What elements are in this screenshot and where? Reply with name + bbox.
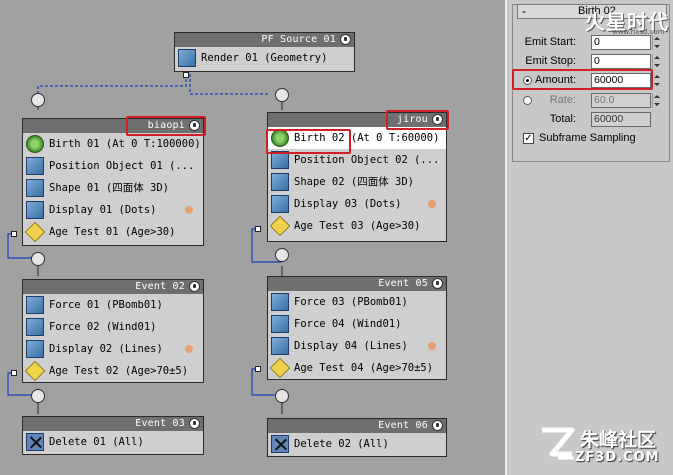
position-icon [26,157,44,175]
input-port-event05[interactable] [275,248,289,262]
shape-icon [26,179,44,197]
subframe-checkbox[interactable]: ✓ [523,133,534,144]
input-port-event06[interactable] [275,389,289,403]
event-node-event03[interactable]: Event 03 Delete 01 (All) [22,416,204,455]
shape-icon [271,173,289,191]
display-color-swatch [185,345,193,353]
operator-force[interactable]: Force 03 (PBomb01) [268,291,446,313]
particle-view-canvas[interactable]: PF Source 01 Render 01 (Geometry) biaopi… [0,0,505,475]
watermark-url-top: www.hxsd.com [612,28,665,36]
rate-radio[interactable] [523,96,532,105]
display-color-swatch [185,206,193,214]
display-color-swatch [428,200,436,208]
age-test-icon [24,221,46,243]
display-color-swatch [428,342,436,350]
bulb-icon[interactable] [432,114,443,125]
birth-icon [271,129,289,147]
operator-shape[interactable]: Shape 02 (四面体 3D) [268,171,446,193]
age-test-icon [269,215,291,237]
bulb-icon[interactable] [189,418,200,429]
total-field: 60000 [591,112,651,127]
force-icon [271,315,289,333]
emit-stop-spinner[interactable] [652,54,660,69]
amount-radio[interactable] [523,76,532,85]
operator-position[interactable]: Position Object 01 (... [23,155,203,177]
operator-delete[interactable]: Delete 01 (All) [23,431,203,453]
bulb-icon[interactable] [432,278,443,289]
amount-row: Amount: 60000 [513,73,671,88]
operator-force[interactable]: Force 01 (PBomb01) [23,294,203,316]
pf-source-node[interactable]: PF Source 01 Render 01 (Geometry) [174,32,355,72]
force-icon [26,318,44,336]
input-port-jirou[interactable] [275,88,289,102]
wire-source-jirou [189,74,270,95]
operator-display[interactable]: Display 01 (Dots) [23,199,203,221]
input-port-event03[interactable] [31,389,45,403]
collapse-icon[interactable]: - [522,5,526,18]
event-node-event02[interactable]: Event 02 Force 01 (PBomb01) Force 02 (Wi… [22,279,204,383]
emit-start-row: Emit Start: 0 [513,35,671,50]
total-row: Total: 60000 [513,112,671,127]
output-socket[interactable] [11,231,17,237]
watermark-en: ZF3D.COM [575,450,660,465]
operator-age-test[interactable]: Age Test 04 (Age>70±5) [268,357,446,379]
delete-icon [271,435,289,453]
operator-display[interactable]: Display 02 (Lines) [23,338,203,360]
emit-start-spinner[interactable] [652,35,660,50]
output-socket[interactable] [11,370,17,376]
parameters-panel: - Birth 02 Emit Start: 0 Emit Stop: 0 Am… [505,0,673,475]
age-test-icon [269,357,291,379]
display-icon [271,195,289,213]
operator-force[interactable]: Force 02 (Wind01) [23,316,203,338]
output-socket[interactable] [255,366,261,372]
operator-age-test[interactable]: Age Test 01 (Age>30) [23,221,203,243]
subframe-row: ✓ Subframe Sampling [523,132,636,144]
operator-display[interactable]: Display 03 (Dots) [268,193,446,215]
watermark-cn: 朱峰社区 [580,429,657,451]
node-title: PF Source 01 [175,33,354,47]
emit-start-field[interactable]: 0 [591,35,651,50]
bulb-icon[interactable] [340,34,351,45]
render-icon [178,49,196,67]
age-test-icon [24,360,46,382]
amount-field[interactable]: 60000 [591,73,651,88]
operator-age-test[interactable]: Age Test 02 (Age>70±5) [23,360,203,382]
operator-birth[interactable]: Birth 02 (At 0 T:60000) [268,127,446,149]
operator-force[interactable]: Force 04 (Wind01) [268,313,446,335]
zf3d-logo-icon [542,427,575,460]
operator-birth[interactable]: Birth 01 (At 0 T:100000) [23,133,203,155]
bulb-icon[interactable] [189,120,200,131]
force-icon [271,293,289,311]
operator-age-test[interactable]: Age Test 03 (Age>30) [268,215,446,237]
amount-spinner[interactable] [652,73,660,88]
source-output-socket[interactable] [183,72,189,78]
input-port-event02[interactable] [31,252,45,266]
rate-spinner[interactable] [652,93,660,108]
emit-stop-row: Emit Stop: 0 [513,54,671,69]
operator-render[interactable]: Render 01 (Geometry) [175,47,354,69]
event-node-event05[interactable]: Event 05 Force 03 (PBomb01) Force 04 (Wi… [267,276,447,380]
operator-delete[interactable]: Delete 02 (All) [268,433,446,455]
event-node-biaopi[interactable]: biaopi Birth 01 (At 0 T:100000) Position… [22,118,204,246]
input-port-biaopi[interactable] [31,93,45,107]
rate-field[interactable]: 60.0 [591,93,651,108]
wire-source-biaopi [37,74,187,94]
operator-display[interactable]: Display 04 (Lines) [268,335,446,357]
bulb-icon[interactable] [432,420,443,431]
display-icon [26,201,44,219]
rate-row: Rate: 60.0 [513,93,671,108]
output-socket[interactable] [255,226,261,232]
operator-position[interactable]: Position Object 02 (... [268,149,446,171]
display-icon [271,337,289,355]
event-node-event06[interactable]: Event 06 Delete 02 (All) [267,418,447,457]
delete-icon [26,433,44,451]
birth-icon [26,135,44,153]
bulb-icon[interactable] [189,281,200,292]
event-node-jirou[interactable]: jirou Birth 02 (At 0 T:60000) Position O… [267,112,447,242]
force-icon [26,296,44,314]
position-icon [271,151,289,169]
operator-shape[interactable]: Shape 01 (四面体 3D) [23,177,203,199]
emit-stop-field[interactable]: 0 [591,54,651,69]
display-icon [26,340,44,358]
